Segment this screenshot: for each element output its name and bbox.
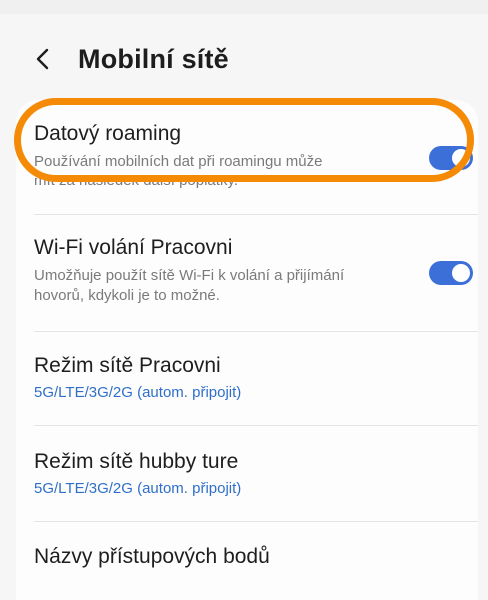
- setting-description: Umožňuje použít sítě Wi-Fi k volání a př…: [34, 267, 345, 304]
- setting-title: Režim sítě hubby ture: [34, 450, 239, 473]
- setting-title: Režim sítě Pracovni: [34, 354, 221, 377]
- wifi-calling-toggle[interactable]: [429, 261, 473, 285]
- setting-network-mode-hubby-ture[interactable]: Režim sítě hubby ture 5G/LTE/3G/2G (auto…: [34, 450, 478, 497]
- setting-network-mode-pracovni[interactable]: Režim sítě Pracovni 5G/LTE/3G/2G (autom.…: [34, 354, 478, 401]
- setting-title: Wi-Fi volání Pracovni: [34, 236, 233, 259]
- setting-value: 5G/LTE/3G/2G (autom. připojit): [34, 480, 242, 497]
- page-title: Mobilní sítě: [78, 44, 229, 74]
- chevron-left-icon: [36, 48, 49, 70]
- setting-value: 5G/LTE/3G/2G (autom. připojit): [34, 384, 242, 401]
- divider: [34, 521, 478, 522]
- setting-access-point-names[interactable]: Názvy přístupových bodů: [34, 545, 478, 569]
- status-strip: [0, 0, 488, 14]
- highlight-annotation: [14, 98, 474, 182]
- back-button[interactable]: [30, 46, 56, 72]
- setting-wifi-calling[interactable]: Wi-Fi volání Pracovni Umožňuje použít sí…: [34, 236, 478, 306]
- divider: [34, 331, 478, 332]
- setting-title: Názvy přístupových bodů: [34, 545, 270, 568]
- toggle-knob: [452, 264, 470, 282]
- divider: [34, 214, 478, 215]
- app-header: Mobilní sítě: [0, 14, 488, 102]
- divider: [34, 425, 478, 426]
